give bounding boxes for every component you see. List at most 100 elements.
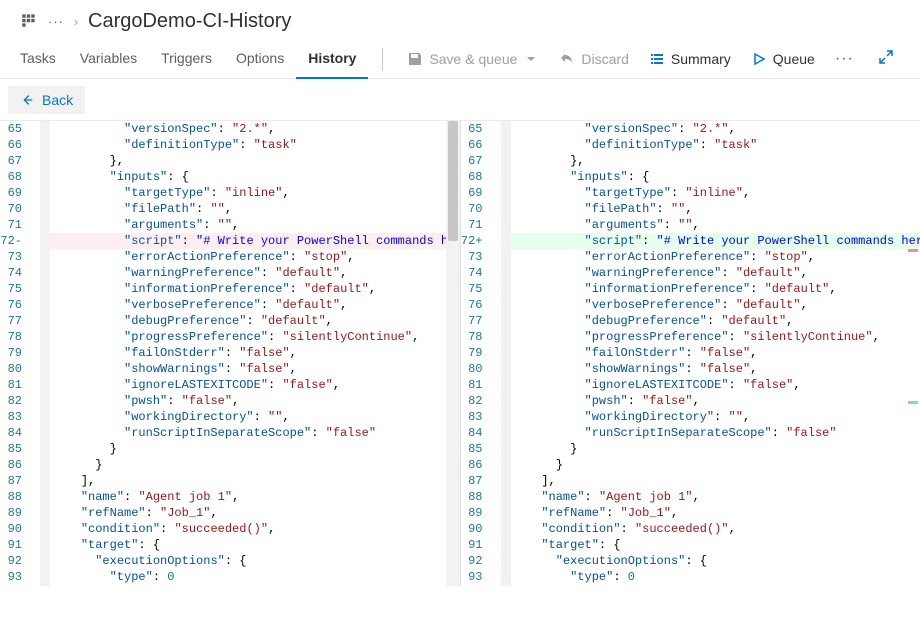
undo-icon — [559, 51, 575, 67]
code-line: }, — [50, 153, 460, 169]
code-line: "filePath": "", — [50, 201, 460, 217]
line-number: 73 — [461, 249, 495, 265]
code-line: "workingDirectory": "", — [511, 409, 920, 425]
line-number: 86 — [0, 457, 34, 473]
list-icon — [649, 51, 665, 67]
page-title: CargoDemo-CI-History — [88, 10, 291, 33]
line-number: 84 — [0, 425, 34, 441]
line-number: 81 — [461, 377, 495, 393]
code-line: "pwsh": "false", — [511, 393, 920, 409]
line-number: 75 — [461, 281, 495, 297]
code-line: ], — [50, 473, 460, 489]
tab-tasks[interactable]: Tasks — [20, 39, 68, 79]
code-line: "failOnStderr": "false", — [511, 345, 920, 361]
line-number: 68 — [461, 169, 495, 185]
line-number: 74 — [461, 265, 495, 281]
scrollbar-vertical[interactable] — [446, 121, 460, 586]
line-number: 87 — [0, 473, 34, 489]
code-line: } — [511, 457, 920, 473]
code-line: "errorActionPreference": "stop", — [50, 249, 460, 265]
diff-pane-left[interactable]: 6566676869707172-73747576777879808182838… — [0, 121, 460, 586]
code-right[interactable]: "versionSpec": "2.*", "definitionType": … — [511, 121, 920, 586]
line-number: 79 — [461, 345, 495, 361]
line-number: 91 — [0, 537, 34, 553]
line-number: 92 — [0, 553, 34, 569]
more-button[interactable]: ··· — [825, 50, 864, 68]
line-number: 83 — [0, 409, 34, 425]
project-icon[interactable] — [20, 11, 38, 32]
divider — [382, 48, 383, 70]
arrow-left-icon — [20, 93, 34, 107]
line-number: 88 — [0, 489, 34, 505]
summary-button[interactable]: Summary — [639, 39, 741, 79]
breadcrumb: ··· › CargoDemo-CI-History — [0, 0, 920, 39]
line-number: 86 — [461, 457, 495, 473]
gutter-splitter — [40, 121, 50, 586]
code-line: "script": "# Write your PowerShell comma… — [511, 233, 920, 249]
code-line: "definitionType": "task" — [50, 137, 460, 153]
code-line: "targetType": "inline", — [511, 185, 920, 201]
code-line: "executionOptions": { — [511, 553, 920, 569]
line-number: 68 — [0, 169, 34, 185]
tab-history[interactable]: History — [296, 39, 368, 79]
line-number: 67 — [461, 153, 495, 169]
code-line: "warningPreference": "default", — [511, 265, 920, 281]
line-number: 75 — [0, 281, 34, 297]
code-line: } — [50, 441, 460, 457]
line-number: 76 — [461, 297, 495, 313]
code-line: "verbosePreference": "default", — [511, 297, 920, 313]
line-number: 89 — [461, 505, 495, 521]
line-number: 85 — [0, 441, 34, 457]
discard-button[interactable]: Discard — [549, 39, 638, 79]
code-line: "condition": "succeeded()", — [50, 521, 460, 537]
code-line: "versionSpec": "2.*", — [511, 121, 920, 137]
code-line: } — [50, 457, 460, 473]
diff-pane-right[interactable]: 6566676869707172+73747576777879808182838… — [460, 121, 920, 586]
code-line: "definitionType": "task" — [511, 137, 920, 153]
code-line: "ignoreLASTEXITCODE": "false", — [50, 377, 460, 393]
tab-variables[interactable]: Variables — [68, 39, 149, 79]
line-number: 93 — [461, 569, 495, 585]
line-number: 66 — [461, 137, 495, 153]
save-icon — [407, 51, 423, 67]
code-line: "arguments": "", — [511, 217, 920, 233]
line-number: 76 — [0, 297, 34, 313]
line-number: 67 — [0, 153, 34, 169]
line-number: 72+ — [461, 233, 495, 249]
line-number: 92 — [461, 553, 495, 569]
line-number: 78 — [0, 329, 34, 345]
overview-ruler[interactable] — [906, 121, 920, 586]
queue-button[interactable]: Queue — [741, 39, 825, 79]
line-number: 87 — [461, 473, 495, 489]
code-left[interactable]: "versionSpec": "2.*", "definitionType": … — [50, 121, 460, 586]
code-line: "inputs": { — [511, 169, 920, 185]
tab-options[interactable]: Options — [224, 39, 296, 79]
code-line: "ignoreLASTEXITCODE": "false", — [511, 377, 920, 393]
line-number: 90 — [461, 521, 495, 537]
code-line: "executionOptions": { — [50, 553, 460, 569]
line-number: 65 — [461, 121, 495, 137]
play-icon — [751, 51, 767, 67]
code-line: "showWarnings": "false", — [511, 361, 920, 377]
code-line: "refName": "Job_1", — [50, 505, 460, 521]
breadcrumb-overflow[interactable]: ··· — [48, 14, 64, 29]
code-line: "debugPreference": "default", — [511, 313, 920, 329]
save-queue-button[interactable]: Save & queue — [397, 39, 549, 79]
expand-icon — [878, 49, 894, 65]
code-line: "warningPreference": "default", — [50, 265, 460, 281]
back-row: Back — [0, 79, 920, 121]
line-number: 78 — [461, 329, 495, 345]
fullscreen-button[interactable] — [872, 49, 900, 68]
line-number: 74 — [0, 265, 34, 281]
tab-triggers[interactable]: Triggers — [149, 39, 224, 79]
line-number: 80 — [0, 361, 34, 377]
code-line: "showWarnings": "false", — [50, 361, 460, 377]
line-number: 90 — [0, 521, 34, 537]
line-number: 72- — [0, 233, 34, 249]
line-number: 81 — [0, 377, 34, 393]
back-button[interactable]: Back — [8, 86, 85, 114]
line-gutter: 6566676869707172-73747576777879808182838… — [0, 121, 40, 586]
code-line: "runScriptInSeparateScope": "false" — [511, 425, 920, 441]
code-line: "filePath": "", — [511, 201, 920, 217]
line-number: 85 — [461, 441, 495, 457]
